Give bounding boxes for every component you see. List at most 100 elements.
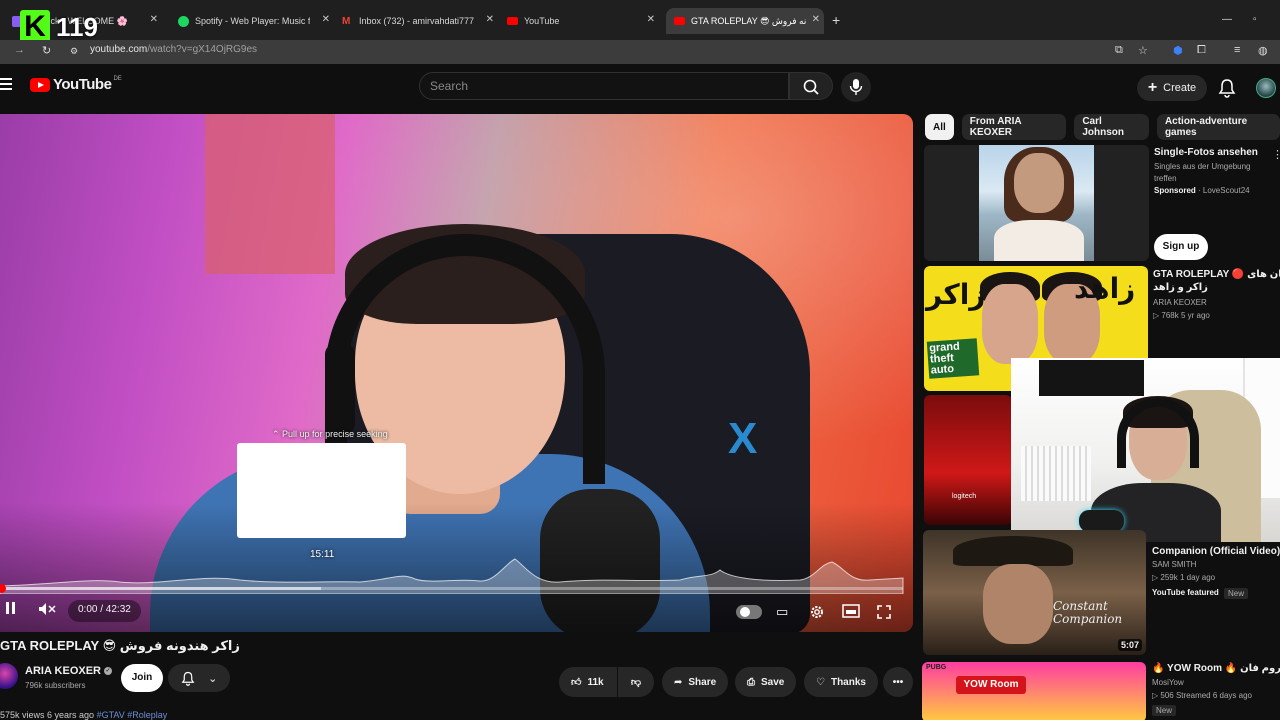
recommendation-title-line2[interactable]: زاکر و زاهد bbox=[1153, 281, 1208, 294]
recommendation-title[interactable]: 🔥 YOW Room 🔥 روم فان bbox=[1152, 662, 1280, 675]
recommendation-channel: MosiYow bbox=[1152, 678, 1184, 687]
channel-name[interactable]: ARIA KEOXER ✓ bbox=[25, 665, 112, 677]
account-avatar[interactable] bbox=[1256, 78, 1276, 98]
url-field[interactable]: youtube.com/watch?v=gX14OjRG9es bbox=[90, 44, 257, 55]
tab-close-icon[interactable]: ✕ bbox=[486, 14, 494, 25]
tab-close-icon[interactable]: ✕ bbox=[647, 14, 655, 25]
bell-icon bbox=[181, 671, 195, 686]
like-button[interactable]: 👍︎ 11k bbox=[559, 667, 617, 697]
video-meta: 575k views 6 years ago #GTAV #Roleplay bbox=[0, 710, 167, 720]
autoplay-toggle[interactable] bbox=[736, 605, 762, 619]
tab-youtube[interactable]: YouTube ✕ bbox=[507, 10, 659, 32]
share-icon: ➦ bbox=[674, 676, 683, 688]
miniplayer-icon[interactable] bbox=[842, 604, 860, 618]
recommendation-title[interactable]: Companion (Official Video) bbox=[1152, 545, 1280, 558]
bookmark-star-icon[interactable]: ☆ bbox=[1138, 44, 1148, 57]
mute-button[interactable] bbox=[38, 602, 56, 616]
dislike-button[interactable]: 👎︎ bbox=[618, 667, 654, 697]
thumb-text: زاکر bbox=[926, 279, 986, 310]
tab-close-icon[interactable]: ✕ bbox=[150, 14, 158, 25]
chip-from-channel[interactable]: From ARIA KEOXER bbox=[961, 114, 1067, 140]
search-button[interactable] bbox=[789, 72, 833, 100]
tab-spotify[interactable]: Spotify - Web Player: Music for ✕ bbox=[178, 10, 334, 32]
thumb-person-hat bbox=[953, 536, 1073, 566]
chevron-down-icon: ⌄ bbox=[208, 672, 218, 685]
ad-title[interactable]: Single-Fotos ansehen bbox=[1154, 147, 1258, 158]
subscriber-count: 796k subscribers bbox=[25, 681, 86, 690]
search-icon bbox=[803, 79, 819, 95]
more-actions-button[interactable]: ••• bbox=[883, 667, 913, 697]
tab-close-icon[interactable]: ✕ bbox=[812, 14, 820, 25]
sign-up-button[interactable]: Sign up bbox=[1154, 234, 1208, 260]
youtube-favicon-icon bbox=[507, 17, 518, 25]
extensions-puzzle-icon[interactable]: ⧠ bbox=[1197, 44, 1206, 57]
recommendation-thumbnail[interactable]: PUBG YOW Room bbox=[922, 662, 1146, 720]
tab-gmail[interactable]: M Inbox (732) - amirvahdati7777@ ✕ bbox=[342, 10, 498, 32]
more-vertical-icon[interactable]: ⋮ bbox=[1272, 148, 1280, 161]
channel-avatar[interactable] bbox=[0, 663, 18, 689]
reload-icon[interactable]: ↻ bbox=[42, 44, 51, 57]
tab-close-icon[interactable]: ✕ bbox=[322, 14, 330, 25]
profile-icon[interactable]: ◍ bbox=[1258, 44, 1268, 57]
thumb-person-face bbox=[983, 564, 1053, 644]
ad-photo-face bbox=[1014, 153, 1064, 213]
advertiser-name: LoveScout24 bbox=[1202, 186, 1250, 195]
site-settings-icon[interactable]: ⚙ bbox=[70, 46, 78, 57]
maximize-icon[interactable]: ▫ bbox=[1253, 14, 1257, 25]
viewer-counter: 119 bbox=[56, 12, 98, 42]
recommendation-channel: SAM SMITH bbox=[1152, 560, 1197, 569]
chip-all[interactable]: All bbox=[925, 114, 954, 140]
share-button[interactable]: ➦ Share bbox=[662, 667, 729, 697]
recommendation-channel: ARIA KEOXER bbox=[1153, 298, 1207, 307]
recommendation-title[interactable]: GTA ROLEPLAY 🔴 داستان های bbox=[1153, 268, 1280, 281]
settings-gear-icon[interactable] bbox=[809, 604, 825, 620]
verified-check-icon: ✓ bbox=[104, 667, 112, 676]
back-icon[interactable]: → bbox=[14, 44, 25, 56]
video-player[interactable]: X ⌃ Pull up for precise seeking 15:11 0:… bbox=[0, 114, 913, 632]
minimize-icon[interactable]: — bbox=[1222, 14, 1232, 25]
progress-bar[interactable] bbox=[0, 584, 903, 593]
seek-hint: ⌃ Pull up for precise seeking bbox=[272, 429, 388, 439]
subscribed-notifications-button[interactable]: ⌄ bbox=[168, 664, 230, 692]
most-replayed-heatmap bbox=[0, 558, 904, 594]
notifications-bell-icon[interactable] bbox=[1218, 78, 1236, 98]
extension-shield-icon[interactable]: ⬢ bbox=[1173, 44, 1183, 57]
spotify-favicon-icon bbox=[178, 15, 189, 27]
url-host: youtube.com bbox=[90, 44, 148, 55]
search-input[interactable]: Search bbox=[419, 72, 789, 100]
youtube-favicon-icon bbox=[674, 17, 685, 25]
webcam-tv bbox=[1039, 360, 1144, 396]
voice-search-button[interactable] bbox=[841, 72, 871, 102]
thumbs-up-icon: 👍︎ bbox=[571, 677, 582, 688]
thanks-button[interactable]: ♡ Thanks bbox=[804, 667, 878, 697]
recommendation-thumbnail[interactable]: Constant Companion 5:07 bbox=[923, 530, 1146, 655]
media-control-icon[interactable]: ≡ bbox=[1234, 44, 1240, 56]
tab-title: YouTube bbox=[524, 16, 560, 26]
install-app-icon[interactable]: ⧉ bbox=[1115, 44, 1123, 57]
hashtags[interactable]: #GTAV #Roleplay bbox=[97, 710, 168, 720]
thumb-text: logitech bbox=[952, 493, 977, 500]
fullscreen-icon[interactable] bbox=[876, 604, 892, 620]
ad-thumbnail[interactable] bbox=[924, 145, 1149, 261]
chip-action-adventure[interactable]: Action-adventure games bbox=[1156, 114, 1280, 140]
youtube-logo[interactable]: YouTube DE bbox=[30, 76, 122, 93]
create-button[interactable]: + Create bbox=[1137, 75, 1207, 101]
thumb-text: YOW Room bbox=[956, 676, 1026, 694]
thumbs-down-icon: 👎︎ bbox=[630, 677, 642, 688]
save-button[interactable]: ⎙ Save bbox=[735, 667, 797, 697]
tab-title: GTA ROLEPLAY 😎 زاکر هندونه فروش bbox=[691, 15, 806, 26]
browser-tab-bar: (1) Kick • WELCOME 🌸 ✕ Spotify - Web Pla… bbox=[0, 0, 1280, 40]
webcam-radiator bbox=[1021, 446, 1091, 501]
pause-button[interactable] bbox=[6, 602, 16, 614]
tab-gta-roleplay[interactable]: GTA ROLEPLAY 😎 زاکر هندونه فروش ✕ bbox=[666, 8, 824, 34]
gta-logo: grand theft auto bbox=[926, 338, 980, 379]
new-tab-icon[interactable]: + bbox=[832, 12, 840, 28]
chip-carl-johnson[interactable]: Carl Johnson bbox=[1074, 114, 1149, 140]
menu-icon[interactable] bbox=[0, 78, 12, 90]
recommendation-thumbnail[interactable]: logitech bbox=[924, 395, 1012, 525]
seek-preview-thumbnail bbox=[237, 443, 406, 538]
filter-chips: All From ARIA KEOXER Carl Johnson Action… bbox=[925, 114, 1280, 140]
subtitles-button[interactable]: ▭ bbox=[776, 604, 788, 620]
url-path: /watch?v=gX14OjRG9es bbox=[147, 44, 258, 55]
join-button[interactable]: Join bbox=[121, 664, 163, 692]
